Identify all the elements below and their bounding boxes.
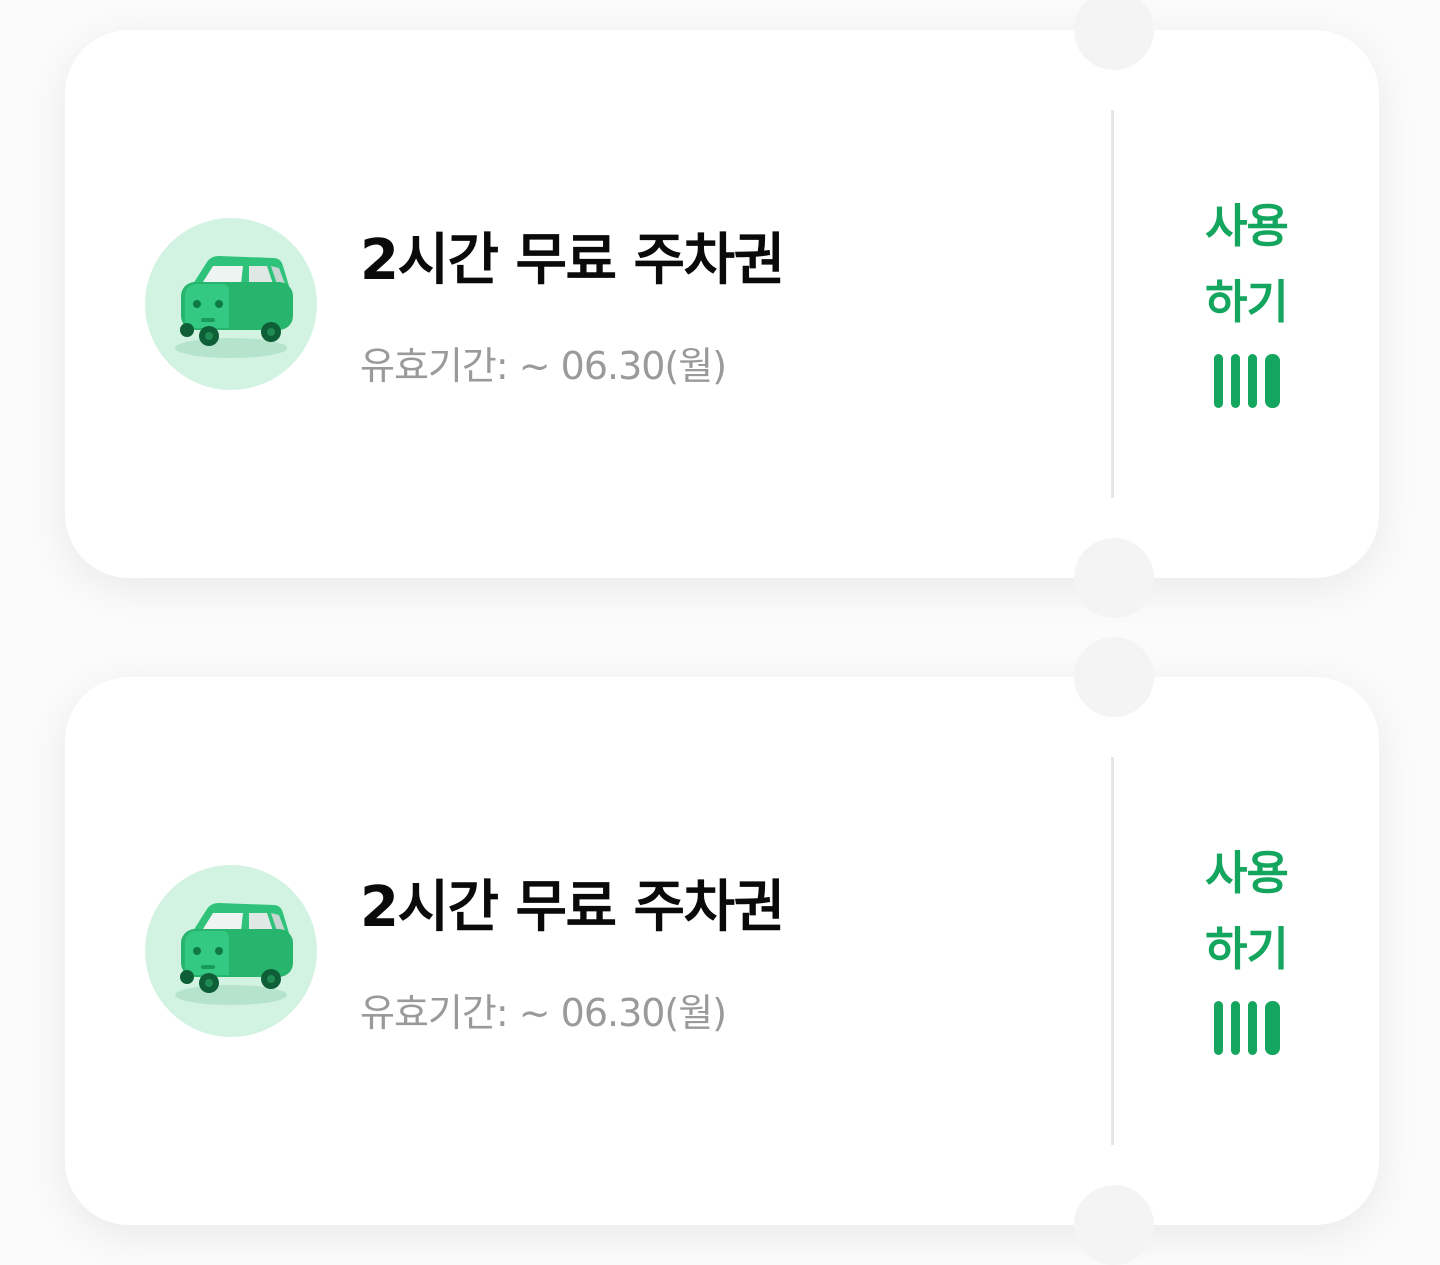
coupon-expiry: 유효기간: ~ 06.30(월) <box>360 344 727 388</box>
barcode-icon <box>1214 354 1280 408</box>
car-icon <box>175 256 293 358</box>
use-label-line2: 하기 <box>1205 922 1289 976</box>
use-coupon-button[interactable]: 사용 하기 <box>1114 30 1379 578</box>
coupon-icon-badge <box>145 218 317 390</box>
coupon-icon-badge <box>145 865 317 1037</box>
coupon-title: 2시간 무료 주차권 <box>360 228 785 293</box>
use-coupon-label: 사용 하기 <box>1114 835 1379 987</box>
use-label-line1: 사용 <box>1205 199 1289 253</box>
use-coupon-button[interactable]: 사용 하기 <box>1114 677 1379 1225</box>
car-icon <box>175 903 293 1005</box>
use-coupon-label: 사용 하기 <box>1114 188 1379 340</box>
use-label-line2: 하기 <box>1205 275 1289 329</box>
coupon-expiry: 유효기간: ~ 06.30(월) <box>360 991 727 1035</box>
use-label-line1: 사용 <box>1205 846 1289 900</box>
coupon-card: 2시간 무료 주차권 유효기간: ~ 06.30(월) 사용 하기 <box>65 637 1379 1265</box>
barcode-icon <box>1214 1001 1280 1055</box>
coupon-card: 2시간 무료 주차권 유효기간: ~ 06.30(월) 사용 하기 <box>65 0 1379 618</box>
coupon-title: 2시간 무료 주차권 <box>360 875 785 940</box>
